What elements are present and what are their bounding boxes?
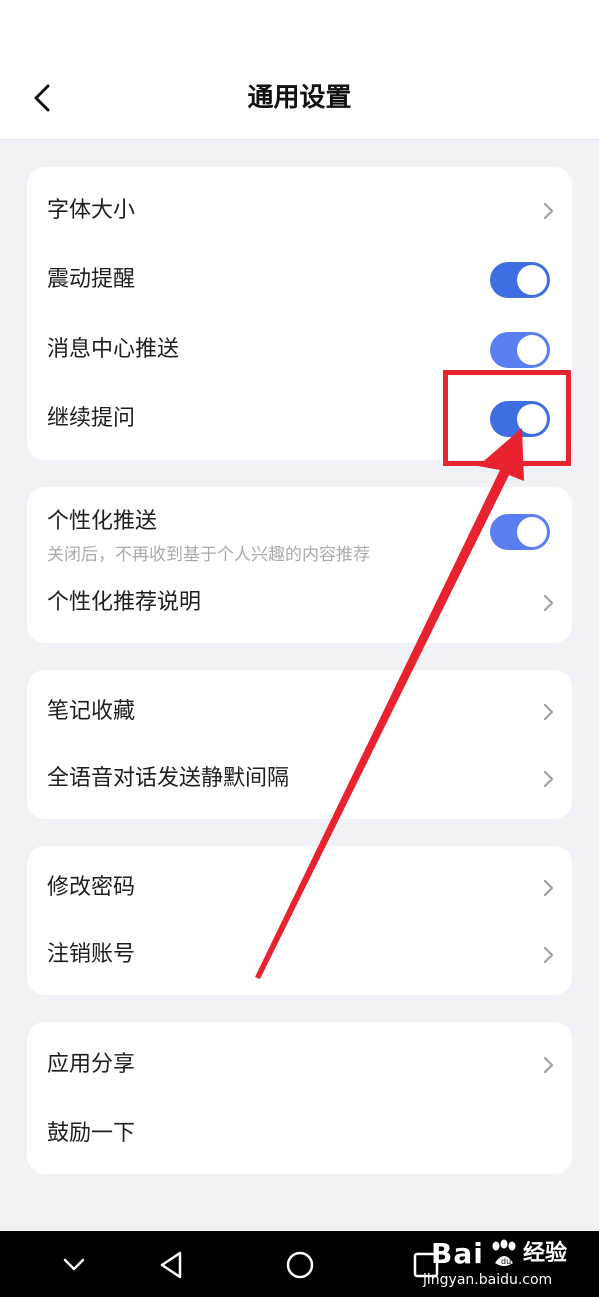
personalized-push-row: 个性化推送 关闭后，不再收到基于个人兴趣的内容推荐: [27, 499, 572, 569]
encourage-label: 鼓励一下: [47, 1121, 136, 1146]
settings-card-personalization: 个性化推送 关闭后，不再收到基于个人兴趣的内容推荐 个性化推荐说明: [27, 487, 572, 643]
app-share-label: 应用分享: [47, 1052, 136, 1077]
font-size-row[interactable]: 字体大小: [27, 181, 572, 241]
vibration-reminder-row: 震动提醒: [27, 250, 572, 310]
settings-card-account: 修改密码 注销账号: [27, 846, 572, 995]
change-password-label: 修改密码: [47, 875, 136, 900]
nav-back-button[interactable]: [152, 1245, 192, 1285]
delete-account-row[interactable]: 注销账号: [27, 925, 572, 985]
nav-collapse-button[interactable]: [54, 1245, 94, 1285]
page-title: 通用设置: [247, 83, 352, 113]
personalized-recommend-info-row[interactable]: 个性化推荐说明: [27, 573, 572, 633]
voice-silence-interval-row[interactable]: 全语音对话发送静默间隔: [27, 749, 572, 809]
app-share-row[interactable]: 应用分享: [27, 1035, 572, 1095]
encourage-row[interactable]: 鼓励一下: [27, 1104, 572, 1164]
toggle-knob: [517, 335, 547, 365]
personalized-push-toggle[interactable]: [490, 514, 550, 550]
toggle-knob: [517, 265, 547, 295]
personalized-push-label: 个性化推送: [47, 509, 158, 534]
toggle-knob: [517, 404, 547, 434]
personalized-push-description: 关闭后，不再收到基于个人兴趣的内容推荐: [47, 545, 370, 565]
change-password-row[interactable]: 修改密码: [27, 858, 572, 918]
chevron-right-icon: [543, 879, 554, 897]
font-size-label: 字体大小: [47, 198, 136, 223]
settings-card-share: 应用分享 鼓励一下: [27, 1022, 572, 1174]
baidu-jingyan-watermark: Bai du 经验 jingyan.baidu.com: [423, 1237, 573, 1295]
svg-text:du: du: [501, 1257, 511, 1266]
toggle-knob: [517, 517, 547, 547]
voice-silence-interval-label: 全语音对话发送静默间隔: [47, 766, 290, 791]
back-triangle-icon: [160, 1251, 182, 1279]
vibration-reminder-toggle[interactable]: [490, 262, 550, 298]
notes-favorites-row[interactable]: 笔记收藏: [27, 682, 572, 742]
chevron-right-icon: [543, 202, 554, 220]
chevron-right-icon: [543, 703, 554, 721]
watermark-url: jingyan.baidu.com: [423, 1272, 553, 1288]
continue-asking-label: 继续提问: [47, 406, 136, 431]
chevron-right-icon: [543, 946, 554, 964]
chevron-right-icon: [543, 1056, 554, 1074]
personalized-recommend-info-label: 个性化推荐说明: [47, 590, 202, 615]
watermark-brand: Bai: [431, 1237, 484, 1270]
nav-home-button[interactable]: [280, 1245, 320, 1285]
app-header: 通用设置: [0, 0, 599, 140]
watermark-brand-cn: 经验: [523, 1241, 568, 1266]
vibration-reminder-label: 震动提醒: [47, 267, 136, 292]
notes-favorites-label: 笔记收藏: [47, 699, 136, 724]
settings-card-notes: 笔记收藏 全语音对话发送静默间隔: [27, 670, 572, 819]
message-center-push-row: 消息中心推送: [27, 320, 572, 380]
continue-asking-toggle[interactable]: [490, 401, 550, 437]
continue-asking-row: 继续提问: [27, 389, 572, 449]
chevron-down-icon: [63, 1258, 85, 1271]
settings-card-notifications: 字体大小 震动提醒 消息中心推送 继续提问: [27, 167, 572, 460]
chevron-right-icon: [543, 594, 554, 612]
message-center-push-toggle[interactable]: [490, 332, 550, 368]
paw-icon: du: [492, 1239, 516, 1266]
message-center-push-label: 消息中心推送: [47, 337, 180, 362]
delete-account-label: 注销账号: [47, 942, 136, 967]
home-circle-icon: [286, 1251, 314, 1279]
chevron-right-icon: [543, 770, 554, 788]
